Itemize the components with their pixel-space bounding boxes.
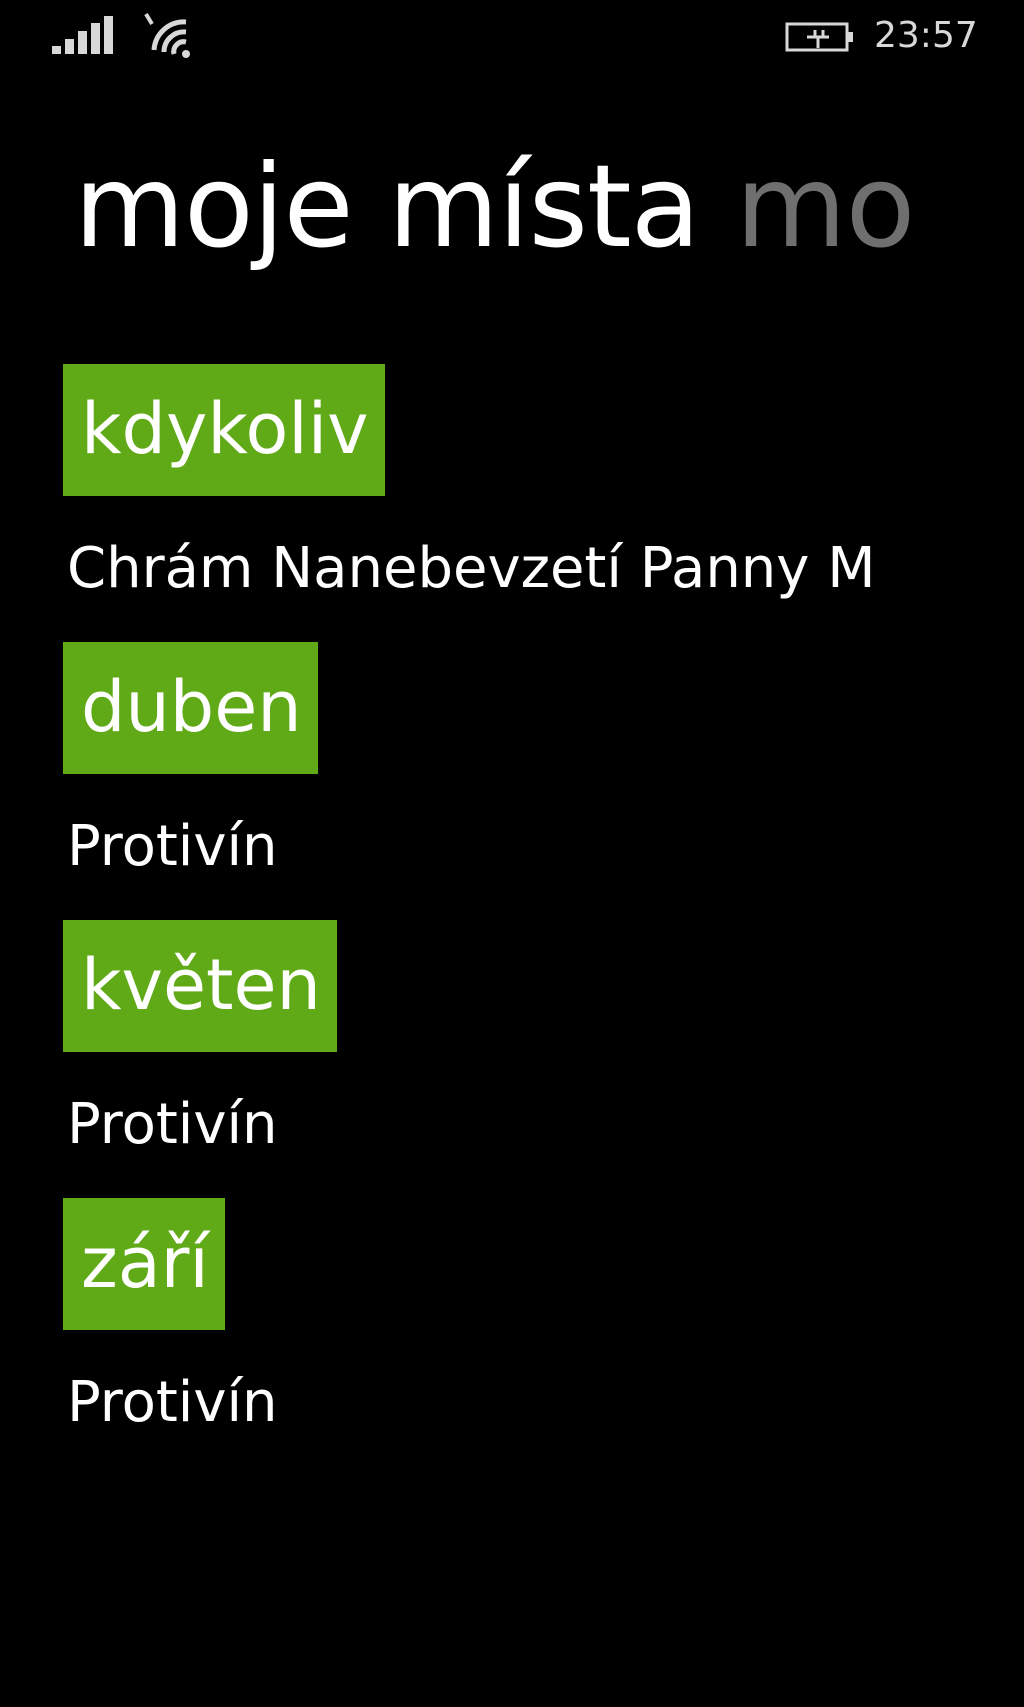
group-anytime: kdykoliv Chrám Nanebevzetí Panny M bbox=[63, 364, 963, 642]
group-header[interactable]: kdykoliv bbox=[63, 364, 385, 496]
pivot-title-next[interactable]: mo bbox=[736, 142, 916, 272]
wifi-icon bbox=[144, 12, 190, 58]
group-header[interactable]: září bbox=[63, 1198, 225, 1330]
clock: 23:57 bbox=[874, 15, 978, 56]
group-header[interactable]: duben bbox=[63, 642, 318, 774]
list-item[interactable]: Protivín bbox=[63, 1330, 967, 1476]
group-september: září Protivín bbox=[63, 1198, 963, 1476]
places-list: kdykoliv Chrám Nanebevzetí Panny M duben… bbox=[63, 364, 963, 1476]
group-may: květen Protivín bbox=[63, 920, 963, 1198]
group-header[interactable]: květen bbox=[63, 920, 337, 1052]
status-bar: 23:57 bbox=[0, 0, 1024, 70]
pivot-header: moje místa mo bbox=[74, 142, 1000, 272]
signal-icon bbox=[52, 16, 113, 54]
battery-charging-icon bbox=[785, 22, 853, 52]
pivot-title-active[interactable]: moje místa bbox=[74, 142, 701, 272]
list-item[interactable]: Chrám Nanebevzetí Panny M bbox=[63, 496, 967, 642]
list-item[interactable]: Protivín bbox=[63, 774, 967, 920]
list-item[interactable]: Protivín bbox=[63, 1052, 967, 1198]
group-april: duben Protivín bbox=[63, 642, 963, 920]
